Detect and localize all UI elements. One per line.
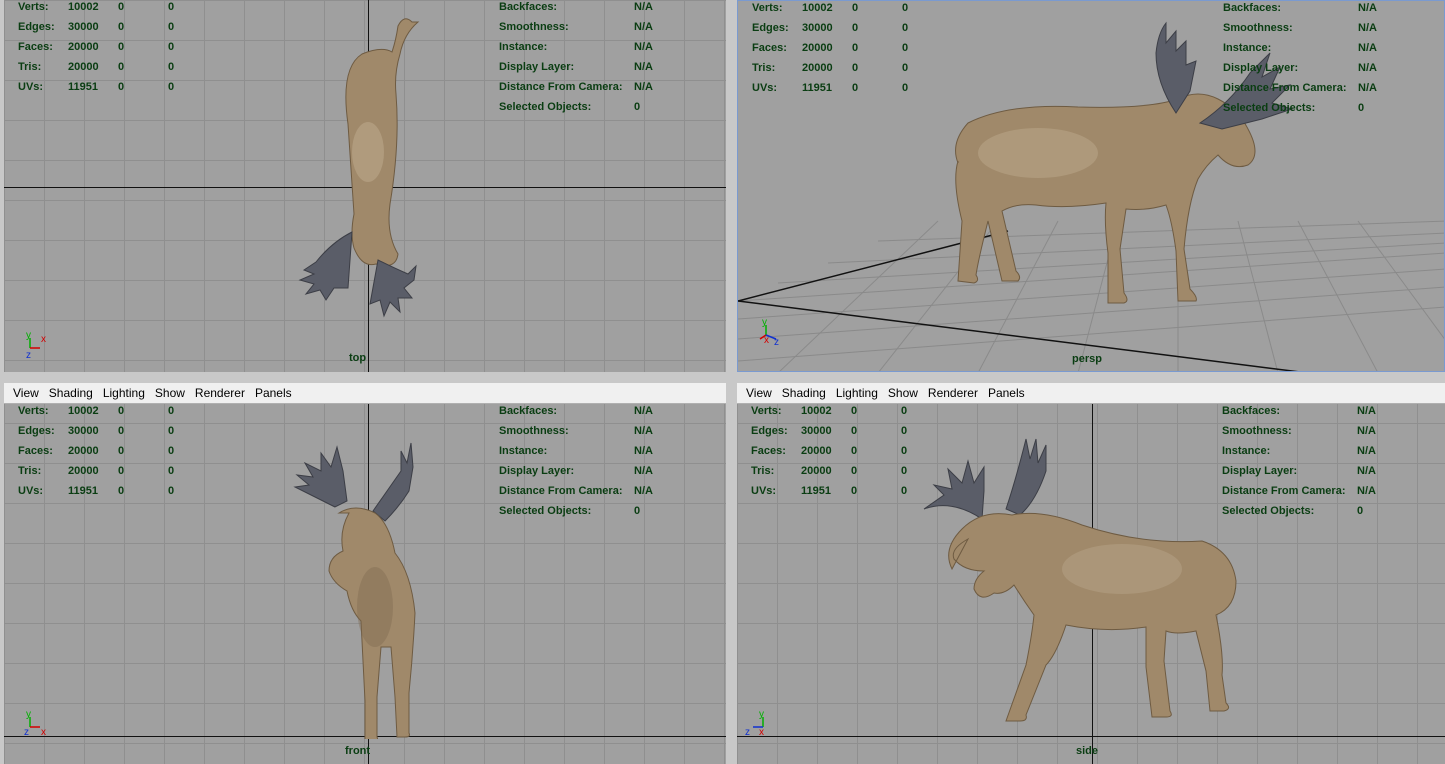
viewport-persp[interactable]: Verts: 10002 0 0 Edges: 30000 0 0 Faces: 20000 0… <box>737 0 1445 372</box>
svg-text:z: z <box>745 727 750 738</box>
hud-row-tris: Tris: 20000 0 0 <box>18 61 175 73</box>
hud-row-edges: Edges: 30000 0 0 <box>18 21 175 33</box>
object-info-hud: Backfaces: N/A Smoothness: N/A Instance: N/… <box>1222 405 1376 517</box>
svg-text:y: y <box>26 709 31 720</box>
poly-count-hud: Verts: 10002 0 0 Edges: 30000 0 0 Faces: 20000 0… <box>751 405 908 497</box>
camera-name-label: front <box>345 745 371 757</box>
svg-text:z: z <box>24 727 29 738</box>
hud-row-faces: Faces: 20000 0 0 <box>18 41 175 53</box>
axis-gizmo: y x z <box>24 709 46 738</box>
svg-text:y: y <box>762 317 767 328</box>
menu-view[interactable]: View <box>741 386 777 400</box>
menu-shading[interactable]: Shading <box>777 386 831 400</box>
poly-count-hud: Verts: 10002 0 0 Edges: 30000 0 0 Faces: 20000 0… <box>18 405 175 497</box>
menu-lighting[interactable]: Lighting <box>98 386 150 400</box>
menu-show[interactable]: Show <box>883 386 923 400</box>
menu-lighting[interactable]: Lighting <box>831 386 883 400</box>
object-info-hud: Backfaces: N/A Smoothness: N/A Instance: N/… <box>499 405 653 517</box>
moose-model-front-view[interactable] <box>289 427 429 739</box>
moose-model-top-view[interactable] <box>294 12 424 347</box>
hud-row-uvs: UVs: 11951 0 0 <box>18 81 175 93</box>
menu-view[interactable]: View <box>8 386 44 400</box>
svg-text:x: x <box>759 727 764 738</box>
svg-text:x: x <box>41 727 46 738</box>
object-info-hud: Backfaces: N/A Smoothness: N/A Instance: N/… <box>499 1 653 113</box>
svg-text:z: z <box>774 337 779 348</box>
axis-gizmo: y z x <box>745 709 764 738</box>
viewport-top[interactable]: Verts: 10002 0 0 Edges: 30000 0 0 Faces: 20000 0… <box>4 0 726 372</box>
menu-panels[interactable]: Panels <box>250 386 297 400</box>
object-info-hud: Backfaces: N/A Smoothness: N/A Instance: N/… <box>1223 2 1377 114</box>
menu-shading[interactable]: Shading <box>44 386 98 400</box>
camera-name-label: side <box>1076 745 1099 757</box>
menu-renderer[interactable]: Renderer <box>190 386 250 400</box>
menu-panels[interactable]: Panels <box>983 386 1030 400</box>
poly-count-hud: Verts: 10002 0 0 Edges: 30000 0 0 Faces: 20000 0… <box>752 2 909 94</box>
menu-renderer[interactable]: Renderer <box>923 386 983 400</box>
viewport-front[interactable]: View Shading Lighting Show Renderer Pane… <box>4 383 726 764</box>
camera-name-label: persp <box>1072 353 1102 365</box>
hud-row-verts: Verts: 10002 0 0 <box>18 1 175 13</box>
viewport-menubar: View Shading Lighting Show Renderer Pane… <box>4 383 726 404</box>
axis-x-label: x <box>41 334 46 345</box>
axis-gizmo: y x z <box>26 330 46 361</box>
camera-name-label: top <box>349 352 367 364</box>
menu-show[interactable]: Show <box>150 386 190 400</box>
axis-y-label: y <box>26 330 31 341</box>
viewport-menubar: View Shading Lighting Show Renderer Pane… <box>737 383 1445 404</box>
svg-text:x: x <box>764 335 769 346</box>
axis-z-label: z <box>26 350 31 361</box>
axis-gizmo: y x z <box>759 317 779 348</box>
svg-text:y: y <box>759 709 764 720</box>
poly-count-hud: Verts: 10002 0 0 Edges: 30000 0 0 Faces: 20000 0… <box>18 0 198 97</box>
viewport-side[interactable]: View Shading Lighting Show Renderer Pane… <box>737 383 1445 764</box>
